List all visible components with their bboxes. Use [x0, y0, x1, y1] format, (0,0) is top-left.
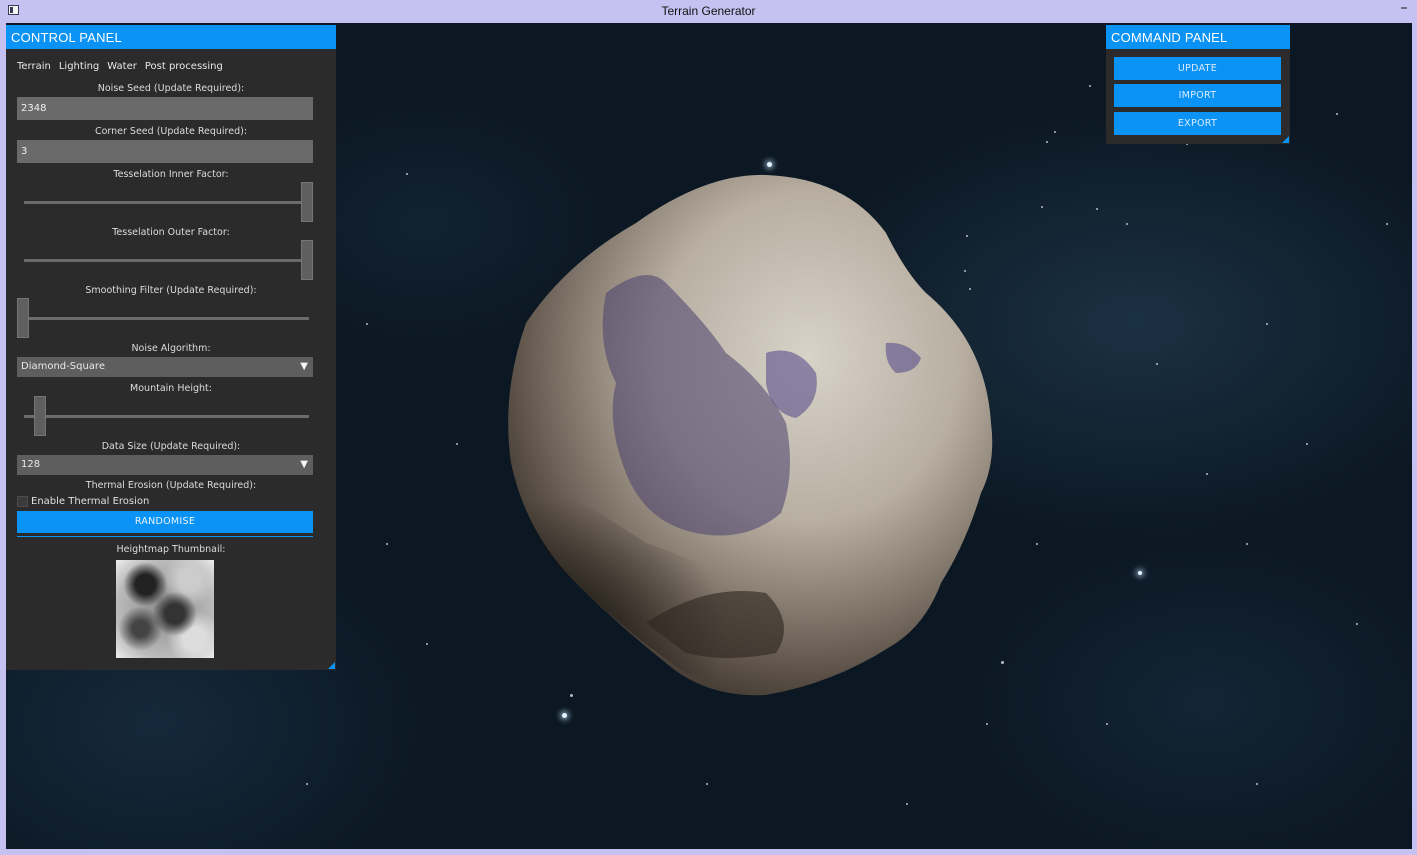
tab-lighting[interactable]: Lighting [59, 61, 99, 72]
heightmap-thumbnail-label: Heightmap Thumbnail: [116, 544, 226, 555]
slider-track [24, 415, 309, 418]
data-size-label: Data Size (Update Required): [101, 441, 241, 452]
slider-track [24, 201, 309, 204]
slider-thumb[interactable] [34, 396, 46, 436]
slider-thumb[interactable] [301, 182, 313, 222]
tab-terrain[interactable]: Terrain [17, 61, 51, 72]
corner-seed-input[interactable]: 3 [17, 140, 313, 163]
app-window: Terrain Generator – CONTROL PANEL Terrai… [0, 0, 1417, 855]
tab-water[interactable]: Water [107, 61, 137, 72]
slider-track [24, 259, 309, 262]
dropdown-arrow-icon: ▼ [300, 459, 308, 470]
control-panel-tabs: Terrain Lighting Water Post processing [17, 61, 223, 72]
noise-seed-input[interactable]: 2348 [17, 97, 313, 120]
heightmap-thumbnail [116, 560, 214, 658]
control-panel-title[interactable]: CONTROL PANEL [6, 25, 336, 49]
slider-thumb[interactable] [17, 298, 29, 338]
thermal-erosion-label: Thermal Erosion (Update Required): [85, 480, 257, 491]
command-panel-title[interactable]: COMMAND PANEL [1106, 25, 1290, 49]
update-button[interactable]: UPDATE [1114, 57, 1281, 80]
slider-thumb[interactable] [301, 240, 313, 280]
smoothing-filter-slider[interactable] [17, 298, 313, 338]
noise-seed-label: Noise Seed (Update Required): [97, 83, 245, 94]
smoothing-filter-label: Smoothing Filter (Update Required): [85, 285, 257, 296]
randomise-button[interactable]: RANDOMISE [17, 511, 313, 533]
thermal-erosion-checkbox[interactable] [17, 496, 28, 507]
tess-inner-slider[interactable] [17, 182, 313, 222]
noise-algorithm-value: Diamond-Square [21, 361, 105, 372]
import-button[interactable]: IMPORT [1114, 84, 1281, 107]
minimize-button[interactable]: – [1397, 0, 1411, 18]
noise-algorithm-label: Noise Algorithm: [131, 343, 211, 354]
resize-grip-icon[interactable] [1282, 136, 1289, 143]
tess-inner-label: Tesselation Inner Factor: [113, 169, 229, 180]
mountain-height-label: Mountain Height: [130, 383, 212, 394]
data-size-value: 128 [21, 459, 41, 470]
dropdown-arrow-icon: ▼ [300, 361, 308, 372]
title-bar: Terrain Generator – [0, 0, 1417, 22]
tab-post-processing[interactable]: Post processing [145, 61, 223, 72]
command-panel: COMMAND PANEL UPDATE IMPORT EXPORT [1106, 25, 1290, 144]
slider-track [24, 317, 309, 320]
divider [17, 536, 313, 537]
tess-outer-slider[interactable] [17, 240, 313, 280]
corner-seed-label: Corner Seed (Update Required): [94, 126, 248, 137]
thermal-erosion-row[interactable]: Enable Thermal Erosion [17, 496, 149, 507]
export-button[interactable]: EXPORT [1114, 112, 1281, 135]
tess-outer-label: Tesselation Outer Factor: [112, 227, 230, 238]
mountain-height-slider[interactable] [17, 396, 313, 436]
resize-grip-icon[interactable] [328, 662, 335, 669]
window-title: Terrain Generator [661, 4, 756, 18]
noise-algorithm-select[interactable]: Diamond-Square ▼ [17, 357, 313, 377]
control-panel: CONTROL PANEL Terrain Lighting Water Pos… [6, 25, 336, 670]
thermal-erosion-checkbox-label: Enable Thermal Erosion [31, 496, 150, 507]
data-size-select[interactable]: 128 ▼ [17, 455, 313, 475]
